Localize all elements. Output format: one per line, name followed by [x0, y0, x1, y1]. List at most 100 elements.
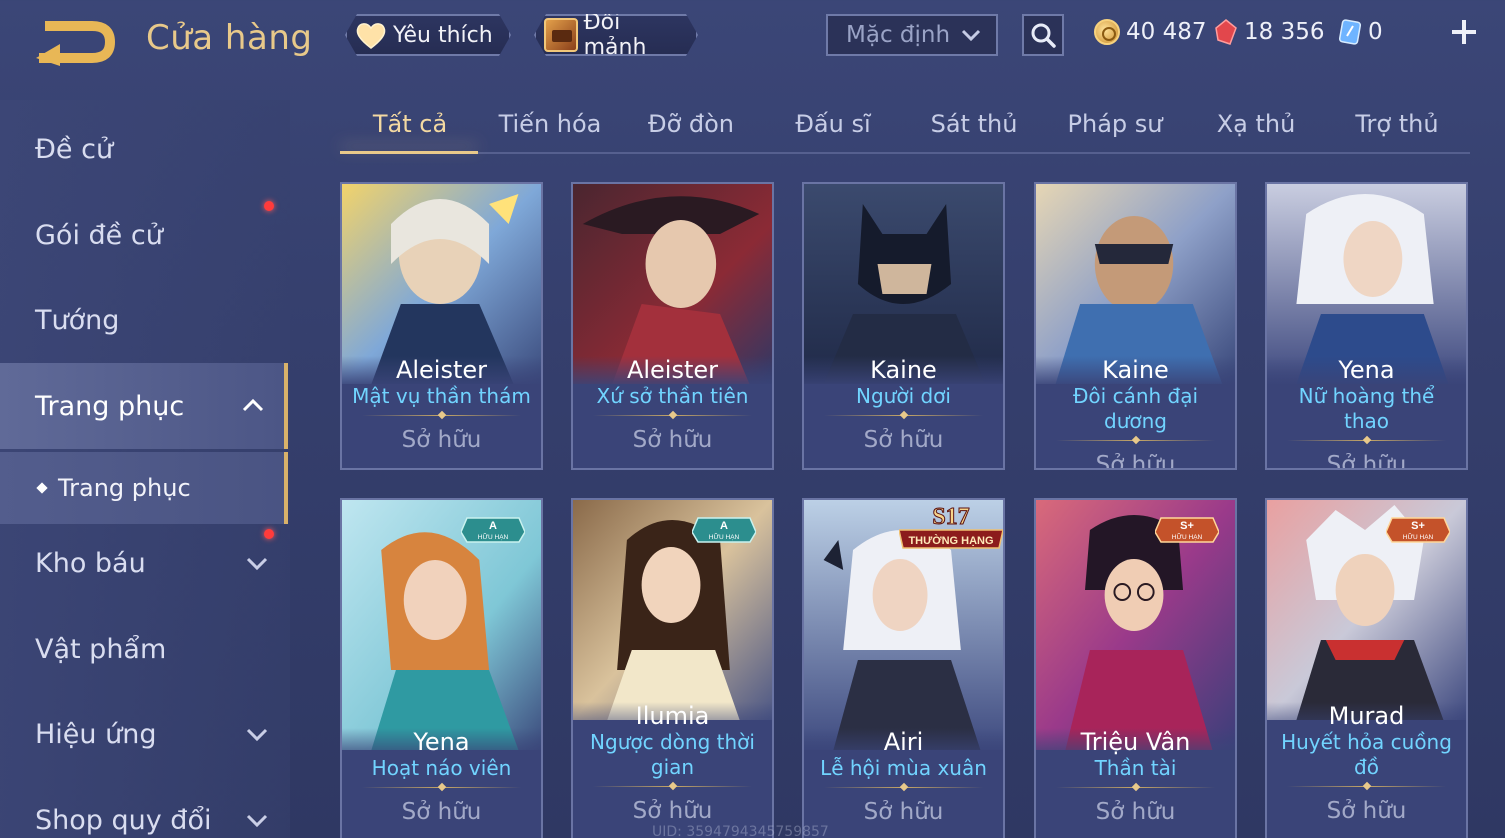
- skin-card[interactable]: Kaine Người dơi Sở hữu: [802, 182, 1005, 470]
- skin-artwork: [804, 184, 1003, 384]
- sidebar-item-featured-bundles[interactable]: Gói đề cử: [0, 192, 288, 278]
- role-tabs: Tất cả Tiến hóa Đỡ đòn Đấu sĩ Sát thủ Ph…: [340, 100, 1470, 154]
- chevron-down-icon: [246, 814, 268, 828]
- card-info: Airi Lễ hội mùa xuân Sở hữu: [804, 728, 1003, 838]
- owned-status: Sở hữu: [863, 427, 944, 453]
- sidebar-item-heroes[interactable]: Tướng: [0, 277, 288, 363]
- hero-name: Triệu Vân: [1080, 728, 1191, 756]
- owned-status: Sở hữu: [632, 798, 713, 824]
- sidebar-item-label: Vật phẩm: [35, 633, 167, 665]
- sort-value: Mặc định: [846, 22, 951, 48]
- card-info: Kaine Người dơi Sở hữu: [804, 356, 1003, 468]
- sidebar-subitem-skins[interactable]: Trang phục: [0, 452, 288, 524]
- skin-artwork: [1267, 184, 1466, 384]
- favorites-label: Yêu thích: [393, 22, 493, 48]
- notification-dot: [264, 529, 274, 539]
- rarity-badge: S+ HỮU HẠN: [1155, 517, 1219, 543]
- skin-card[interactable]: Aleister Xứ sở thần tiên Sở hữu: [571, 182, 774, 470]
- skin-card[interactable]: A HỮU HẠN Ilumia Ngược dòng thời gian Sở…: [571, 498, 774, 838]
- tab-label: Xạ thủ: [1216, 110, 1296, 138]
- skin-card[interactable]: S+ HỮU HẠN Murad Huyết hỏa cuồng đồ Sở h…: [1265, 498, 1468, 838]
- search-button[interactable]: [1022, 14, 1064, 56]
- back-arrow-icon[interactable]: [30, 14, 122, 66]
- sidebar-item-label: Kho báu: [35, 547, 146, 579]
- tab-mage[interactable]: Pháp sư: [1045, 110, 1185, 138]
- rank-label: THƯỜNG HẠNG: [908, 534, 993, 547]
- sidebar-item-label: Đề cử: [35, 133, 114, 165]
- shard-exchange-button[interactable]: Đổi mảnh: [534, 14, 698, 56]
- hero-name: Kaine: [1102, 356, 1169, 384]
- tab-support[interactable]: Trợ thủ: [1327, 110, 1467, 138]
- skin-name: Mật vụ thần thám: [352, 384, 531, 408]
- card-info: Yena Nữ hoàng thể thao Sở hữu: [1267, 356, 1466, 468]
- season-rank-badge: S17 THƯỜNG HẠNG: [899, 504, 1003, 549]
- tab-label: Pháp sư: [1067, 110, 1163, 138]
- tab-label: Tiến hóa: [498, 110, 602, 138]
- favorites-button[interactable]: Yêu thích: [345, 14, 511, 56]
- badge-grade: A: [489, 520, 497, 532]
- sidebar-item-items[interactable]: Vật phẩm: [0, 606, 288, 692]
- owned-status: Sở hữu: [1326, 798, 1407, 824]
- red-voucher-icon: [1215, 19, 1237, 45]
- card-info: Aleister Xứ sở thần tiên Sở hữu: [573, 356, 772, 468]
- chevron-down-icon: [246, 728, 268, 742]
- active-tab-indicator: [340, 151, 478, 154]
- skin-card[interactable]: Yena Nữ hoàng thể thao Sở hữu: [1265, 182, 1468, 470]
- sidebar-item-treasure[interactable]: Kho báu: [0, 520, 288, 606]
- skin-grid: Aleister Mật vụ thần thám Sở hữu Aleiste…: [340, 182, 1470, 838]
- card-info: Kaine Đôi cánh đại dương Sở hữu: [1036, 356, 1235, 468]
- search-icon: [1031, 23, 1056, 48]
- chest-icon: [544, 18, 578, 52]
- badge-grade: A: [720, 520, 728, 532]
- sidebar-item-featured[interactable]: Đề cử: [0, 106, 288, 192]
- chevron-down-icon: [246, 557, 268, 571]
- voucher-amount: 18 356: [1244, 19, 1325, 45]
- skin-card[interactable]: S17 THƯỜNG HẠNG Airi Lễ hội mùa xuân Sở …: [802, 498, 1005, 838]
- badge-sub: HỮU HẠN: [1172, 532, 1203, 541]
- sidebar-item-label: Gói đề cử: [35, 219, 163, 251]
- tab-all[interactable]: Tất cả: [340, 110, 480, 138]
- skin-name: Lễ hội mùa xuân: [820, 756, 987, 780]
- skin-artwork: [1036, 184, 1235, 384]
- sidebar-item-exchange-shop[interactable]: Shop quy đổi: [0, 777, 288, 838]
- rank-season: S17: [932, 504, 969, 530]
- divider: [592, 782, 753, 792]
- tab-assassin[interactable]: Sát thủ: [904, 110, 1044, 138]
- tab-label: Đấu sĩ: [795, 110, 871, 138]
- skin-artwork: [573, 184, 772, 384]
- skin-card[interactable]: Aleister Mật vụ thần thám Sở hữu: [340, 182, 543, 470]
- sidebar-item-label: Trang phục: [35, 390, 185, 422]
- chevron-up-icon: [242, 398, 264, 412]
- sidebar-item-skins[interactable]: Trang phục: [0, 363, 288, 449]
- sort-dropdown[interactable]: Mặc định: [826, 14, 998, 56]
- gold-currency: 40 487: [1094, 16, 1206, 48]
- tab-fighter[interactable]: Đấu sĩ: [763, 110, 903, 138]
- card-info: Murad Huyết hỏa cuồng đồ Sở hữu: [1267, 702, 1466, 838]
- add-currency-button[interactable]: [1448, 16, 1480, 48]
- owned-status: Sở hữu: [1095, 452, 1176, 470]
- skin-card[interactable]: S+ HỮU HẠN Triệu Vân Thần tài Sở hữu: [1034, 498, 1237, 838]
- tab-tank[interactable]: Đỡ đòn: [621, 110, 761, 138]
- divider: [592, 411, 753, 421]
- divider: [361, 411, 522, 421]
- tab-evolution[interactable]: Tiến hóa: [480, 110, 620, 138]
- skin-name: Đôi cánh đại dương: [1072, 384, 1199, 433]
- divider: [823, 783, 984, 793]
- tab-label: Đỡ đòn: [647, 110, 735, 138]
- card-info: Yena Hoạt náo viên Sở hữu: [342, 728, 541, 838]
- sidebar-item-effects[interactable]: Hiệu ứng: [0, 691, 288, 777]
- card-info: Ilumia Ngược dòng thời gian Sở hữu: [573, 702, 772, 838]
- crystal-amount: 0: [1368, 19, 1383, 45]
- skin-artwork: [342, 184, 541, 384]
- voucher-currency: 18 356: [1214, 16, 1324, 48]
- skin-card[interactable]: A HỮU HẠN Yena Hoạt náo viên Sở hữu: [340, 498, 543, 838]
- skin-name: Người dơi: [856, 384, 951, 408]
- badge-sub: HỮU HẠN: [478, 532, 509, 541]
- rarity-badge: A HỮU HẠN: [461, 517, 525, 543]
- skin-name: Hoạt náo viên: [371, 756, 512, 780]
- uid-watermark: UID: 3594794345759857: [652, 824, 829, 838]
- skin-card[interactable]: Kaine Đôi cánh đại dương Sở hữu: [1034, 182, 1237, 470]
- tab-marksman[interactable]: Xạ thủ: [1186, 110, 1326, 138]
- badge-sub: HỮU HẠN: [1403, 532, 1434, 541]
- card-info: Triệu Vân Thần tài Sở hữu: [1036, 728, 1235, 838]
